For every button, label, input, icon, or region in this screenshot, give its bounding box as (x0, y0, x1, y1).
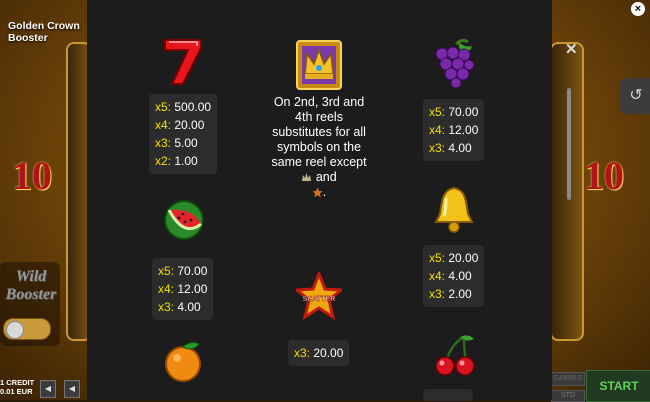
crown-icon (296, 40, 342, 95)
bell-icon (432, 184, 476, 239)
credit-label: 1 CREDIT (0, 378, 35, 387)
bet-increase-button[interactable]: ◀ (64, 380, 80, 398)
watermelon-paytable: x5: 70.00 x4: 12.00 x3: 4.00 (152, 258, 214, 320)
seven-paytable: x5: 500.00 x4: 20.00 x3: 5.00 x2: 1.00 (149, 94, 218, 174)
watermelon-icon (163, 198, 205, 247)
orange-icon (163, 338, 205, 389)
mini-scatter-icon (312, 187, 323, 198)
close-icon[interactable]: × (631, 2, 645, 16)
wild-description: On 2nd, 3rd and 4th reels substitutes fo… (271, 95, 367, 199)
line-indicator-left: 10 (12, 153, 52, 198)
history-icon[interactable]: ↺ (620, 78, 650, 114)
wild-booster-label: Wild Booster (5, 268, 57, 303)
toggle-knob (6, 321, 24, 339)
start-button[interactable]: START (586, 370, 650, 402)
scatter-label: SCATTER (303, 296, 336, 303)
bell-paytable: x5: 20.00 x4: 4.00 x3: 2.00 (423, 245, 485, 307)
std-button[interactable]: STD (551, 390, 585, 402)
paytable-close-icon[interactable]: ✕ (565, 40, 578, 58)
credit-display: 1 CREDIT 0.01 EUR (0, 378, 34, 396)
cherries-icon (432, 333, 478, 382)
mini-crown-icon (302, 173, 312, 182)
grapes-icon (432, 38, 478, 93)
paytable-scrollbar[interactable] (567, 88, 571, 200)
seven-icon (161, 36, 205, 91)
scatter-paytable: x3: 20.00 (288, 340, 350, 366)
bet-decrease-button[interactable]: ◀ (40, 380, 56, 398)
game-title: Golden Crown Booster (8, 20, 80, 44)
wild-booster-toggle[interactable] (3, 318, 51, 340)
credit-value: 0.01 EUR (0, 387, 33, 396)
gamble-button[interactable]: GAMBLE (551, 372, 585, 386)
line-indicator-right: 10 (584, 153, 624, 198)
cherries-paytable (423, 389, 473, 401)
scatter-star-icon: SCATTER (293, 269, 345, 325)
grapes-paytable: x5: 70.00 x4: 12.00 x3: 4.00 (423, 99, 485, 161)
